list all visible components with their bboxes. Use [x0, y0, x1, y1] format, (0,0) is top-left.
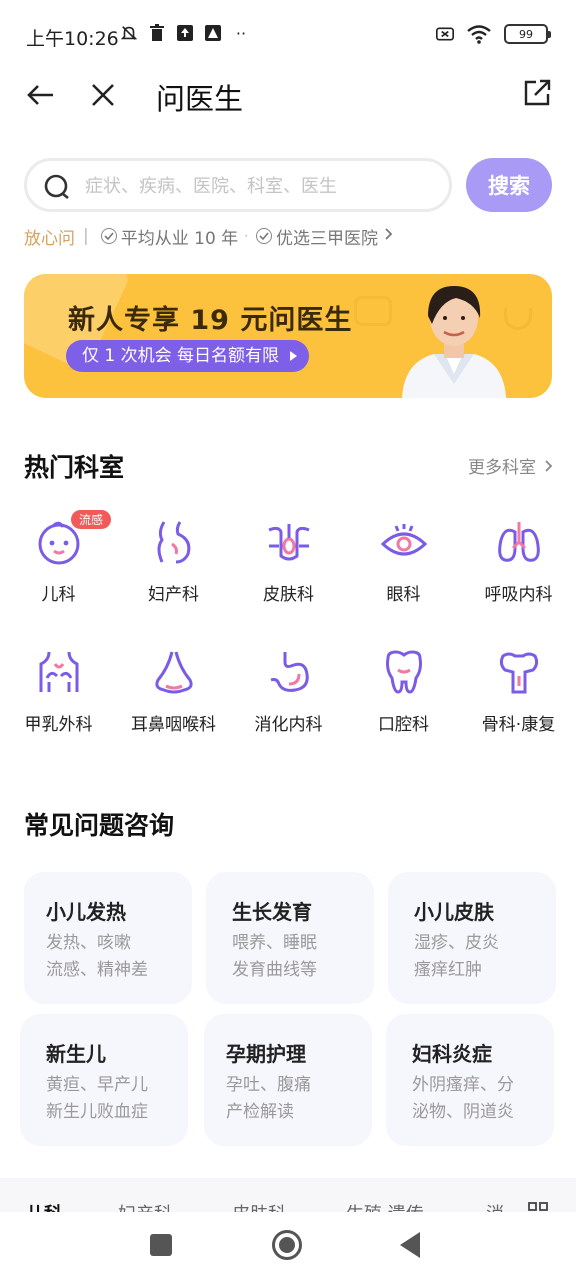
dept-ent[interactable]: 耳鼻咽喉科: [116, 648, 231, 735]
dept-label: 儿科: [41, 585, 76, 605]
grid-menu-icon[interactable]: [528, 1202, 548, 1212]
title-bar: 问医生: [0, 72, 576, 118]
medical-kit-icon: [354, 296, 392, 326]
divider: |: [83, 226, 89, 246]
nose-icon: [154, 651, 193, 694]
status-bar: 上午10:26 ·· 99: [0, 0, 576, 72]
skin-icon: [267, 524, 310, 561]
bone-icon: [499, 652, 538, 694]
search-input[interactable]: [85, 171, 435, 201]
dept-label: 骨科·康复: [481, 715, 556, 735]
wifi-icon: [466, 25, 492, 44]
faq-card[interactable]: 孕期护理 孕吐、腹痛 产检解读: [204, 1014, 372, 1146]
chest-icon: [39, 651, 78, 692]
stomach-icon: [270, 652, 309, 692]
flu-badge: 流感: [71, 510, 112, 529]
share-icon[interactable]: [520, 76, 554, 110]
faq-card-title: 妇科炎症: [412, 1042, 492, 1066]
trash-icon: [148, 24, 166, 42]
tab-obstetrics[interactable]: 妇产科: [118, 1200, 172, 1212]
chevron-right-icon: [545, 459, 553, 472]
search-button[interactable]: 搜索: [466, 158, 552, 212]
departments-title: 热门科室: [24, 453, 125, 482]
assurance-brand: 放心问: [24, 228, 75, 249]
dept-stomatology[interactable]: 口腔科: [346, 648, 461, 735]
promo-banner[interactable]: 新人专享 19 元问医生 仅 1 次机会 每日名额有限: [24, 274, 552, 398]
app-icon: [204, 24, 222, 42]
tooth-icon: [385, 650, 422, 694]
faq-card-desc: 黄疸、早产儿 新生儿败血症: [46, 1075, 148, 1122]
faq-card-desc: 湿疹、皮炎 瘙痒红肿: [414, 933, 499, 980]
dept-dermatology[interactable]: 皮肤科: [231, 518, 346, 605]
chevron-right-icon: [384, 226, 394, 246]
assurance-row[interactable]: 放心问 | 平均从业 10 年 · 优选三甲医院: [24, 224, 394, 249]
play-arrow-icon: [290, 351, 298, 361]
faq-card[interactable]: 妇科炎症 外阴瘙痒、分 泌物、阴道炎: [386, 1014, 554, 1146]
mute-icon: [120, 24, 138, 42]
check-circle-icon: [256, 228, 273, 244]
dot-separator: ·: [244, 229, 249, 243]
tab-dermatology[interactable]: 皮肤科: [232, 1200, 286, 1212]
search-icon: [43, 173, 71, 201]
pregnancy-icon: [157, 521, 190, 564]
more-departments-label: 更多科室: [468, 458, 536, 478]
status-time: 上午10:26: [26, 28, 119, 50]
faq-card-title: 新生儿: [46, 1042, 106, 1066]
dept-label: 妇产科: [148, 585, 199, 605]
back-arrow-icon[interactable]: [24, 78, 58, 112]
lungs-icon: [497, 522, 540, 562]
assurance-item-hospital: 优选三甲医院: [276, 228, 379, 249]
nav-back-icon[interactable]: [400, 1232, 420, 1258]
recent-apps-icon[interactable]: [150, 1234, 172, 1256]
dept-label: 耳鼻咽喉科: [131, 715, 216, 735]
faq-card-desc: 孕吐、腹痛 产检解读: [226, 1075, 311, 1122]
tab-digestive[interactable]: 消: [486, 1200, 504, 1212]
banner-title: 新人专享 19 元问医生: [68, 305, 353, 336]
faq-card-desc: 喂养、睡眠 发育曲线等: [232, 933, 317, 980]
dept-label: 消化内科: [254, 715, 323, 735]
faq-card[interactable]: 小儿皮肤 湿疹、皮炎 瘙痒红肿: [388, 872, 556, 1004]
dept-obstetrics[interactable]: 妇产科: [116, 518, 231, 605]
dept-label: 皮肤科: [263, 585, 314, 605]
page-title: 问医生: [156, 82, 244, 116]
faq-card-title: 小儿皮肤: [414, 900, 494, 924]
faq-card-desc: 外阴瘙痒、分 泌物、阴道炎: [412, 1075, 514, 1122]
faq-card-title: 生长发育: [232, 900, 312, 924]
faq-card-desc: 发热、咳嗽 流感、精神差: [46, 933, 148, 980]
faq-title: 常见问题咨询: [24, 811, 175, 840]
faq-card-title: 孕期护理: [226, 1042, 306, 1066]
battery-icon: 99: [504, 24, 551, 44]
banner-cta-pill[interactable]: 仅 1 次机会 每日名额有限: [66, 340, 310, 372]
dept-label: 口腔科: [378, 715, 429, 735]
more-departments-link[interactable]: 更多科室: [468, 453, 554, 478]
upload-icon: [176, 24, 194, 42]
tab-pediatrics[interactable]: 儿科: [26, 1200, 62, 1212]
category-tabs: 儿科 妇产科 皮肤科 生殖·遗传 消: [0, 1178, 576, 1212]
assurance-item-experience: 平均从业 10 年: [120, 228, 239, 249]
dept-respiratory[interactable]: 呼吸内科: [461, 518, 576, 605]
search-box: [24, 158, 452, 212]
dept-pediatrics[interactable]: 流感 儿科: [1, 510, 116, 605]
sim-off-icon: [436, 25, 454, 43]
close-icon[interactable]: [86, 78, 120, 112]
system-nav-bar: [0, 1212, 576, 1280]
dept-orthopedics[interactable]: 骨科·康复: [461, 648, 576, 735]
faq-card[interactable]: 新生儿 黄疸、早产儿 新生儿败血症: [20, 1014, 188, 1146]
faq-card[interactable]: 小儿发热 发热、咳嗽 流感、精神差: [24, 872, 192, 1004]
dept-label: 甲乳外科: [24, 715, 93, 735]
doctor-avatar: [402, 286, 506, 398]
faq-card[interactable]: 生长发育 喂养、睡眠 发育曲线等: [206, 872, 374, 1004]
dept-thyroid-breast[interactable]: 甲乳外科: [1, 648, 116, 735]
banner-cta-label: 仅 1 次机会 每日名额有限: [82, 346, 280, 366]
eye-icon: [380, 524, 427, 556]
home-icon[interactable]: [272, 1230, 302, 1260]
tab-reproduction[interactable]: 生殖·遗传: [346, 1200, 424, 1212]
dept-label: 眼科: [386, 585, 421, 605]
faq-card-title: 小儿发热: [46, 900, 126, 924]
dept-gastroenterology[interactable]: 消化内科: [231, 648, 346, 735]
more-dots-icon: ··: [235, 23, 247, 43]
dept-label: 呼吸内科: [484, 585, 553, 605]
check-circle-icon: [100, 228, 117, 244]
dept-ophthalmology[interactable]: 眼科: [346, 518, 461, 605]
